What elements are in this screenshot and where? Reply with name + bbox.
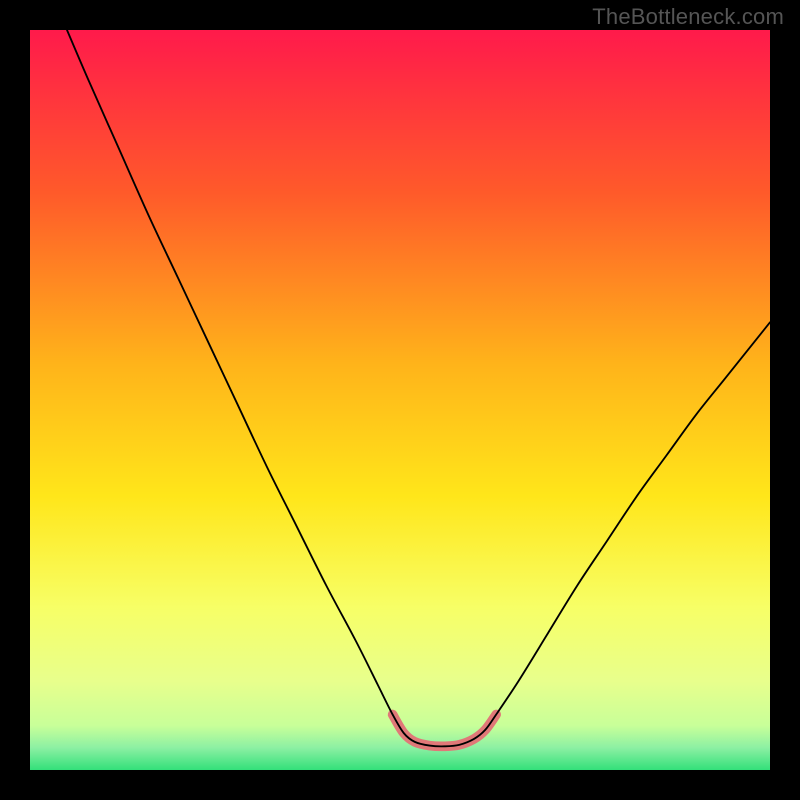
bottleneck-chart [30, 30, 770, 770]
plot-background [30, 30, 770, 770]
chart-frame: TheBottleneck.com [0, 0, 800, 800]
watermark-text: TheBottleneck.com [592, 4, 784, 30]
